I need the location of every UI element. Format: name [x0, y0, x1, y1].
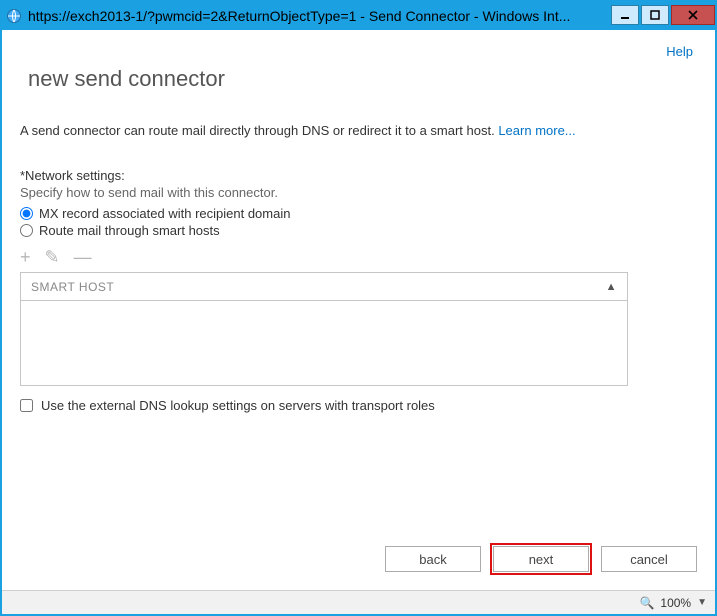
- radio-smart-host[interactable]: Route mail through smart hosts: [20, 223, 697, 238]
- radio-smart-label: Route mail through smart hosts: [39, 223, 220, 238]
- sort-arrow-icon[interactable]: ▲: [606, 281, 617, 293]
- radio-mx-label: MX record associated with recipient doma…: [39, 206, 290, 221]
- grid-header[interactable]: SMART HOST ▲: [21, 273, 627, 301]
- minimize-button[interactable]: [611, 5, 639, 25]
- intro-body: A send connector can route mail directly…: [20, 123, 498, 138]
- grid-header-label: SMART HOST: [31, 280, 114, 294]
- grid-body: [21, 301, 627, 385]
- smart-host-grid: SMART HOST ▲: [20, 272, 628, 386]
- back-button[interactable]: back: [385, 546, 481, 572]
- footer-buttons: back next cancel: [2, 532, 715, 590]
- network-settings-sub: Specify how to send mail with this conne…: [20, 185, 697, 200]
- window-frame: https://exch2013-1/?pwmcid=2&ReturnObjec…: [0, 0, 717, 616]
- titlebar: https://exch2013-1/?pwmcid=2&ReturnObjec…: [2, 2, 715, 30]
- close-button[interactable]: [671, 5, 715, 25]
- help-link[interactable]: Help: [666, 44, 693, 59]
- zoom-dropdown-icon[interactable]: ▼: [697, 597, 707, 608]
- external-dns-checkbox[interactable]: [20, 399, 33, 412]
- external-dns-label: Use the external DNS lookup settings on …: [41, 398, 435, 413]
- page-title: new send connector: [28, 66, 697, 92]
- radio-smart-input[interactable]: [20, 224, 33, 237]
- content-outer: Help new send connector A send connector…: [2, 30, 715, 614]
- add-icon[interactable]: +: [20, 248, 31, 266]
- maximize-button[interactable]: [641, 5, 669, 25]
- edit-icon[interactable]: ✎: [45, 248, 60, 266]
- radio-mx-input[interactable]: [20, 207, 33, 220]
- network-settings-label: *Network settings:: [20, 168, 697, 183]
- external-dns-checkbox-row[interactable]: Use the external DNS lookup settings on …: [20, 398, 697, 413]
- ie-icon: [6, 8, 22, 24]
- status-bar: 🔍 100% ▼: [2, 590, 715, 614]
- zoom-icon[interactable]: 🔍: [639, 596, 654, 610]
- remove-icon[interactable]: —: [74, 248, 92, 266]
- smart-host-toolbar: + ✎ —: [20, 248, 697, 266]
- intro-text: A send connector can route mail directly…: [20, 122, 697, 140]
- cancel-button[interactable]: cancel: [601, 546, 697, 572]
- window-title: https://exch2013-1/?pwmcid=2&ReturnObjec…: [28, 8, 609, 24]
- content: Help new send connector A send connector…: [2, 30, 715, 532]
- window-controls: [609, 5, 715, 27]
- radio-mx-record[interactable]: MX record associated with recipient doma…: [20, 206, 697, 221]
- next-button[interactable]: next: [493, 546, 589, 572]
- learn-more-link[interactable]: Learn more...: [498, 123, 575, 138]
- zoom-value: 100%: [660, 596, 691, 610]
